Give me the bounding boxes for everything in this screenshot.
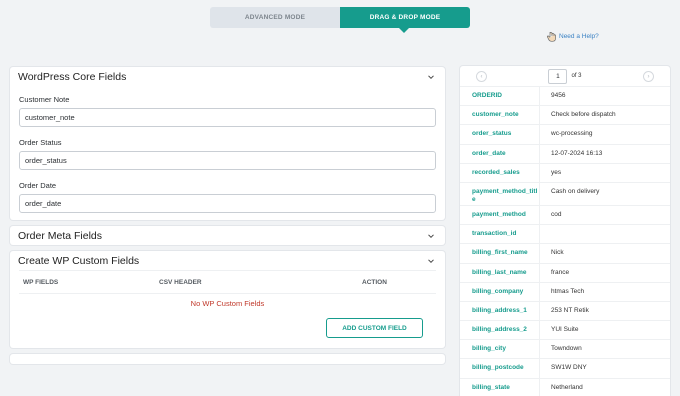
record-row: billing_state Netherland [460,378,670,396]
record-field-value: Towndown [551,345,582,353]
record-field-value: 253 NT Retik [551,306,589,314]
collapsed-card [10,354,445,364]
record-field-name[interactable]: payment_method [460,205,540,225]
order-meta-title: Order Meta Fields [18,229,103,242]
customer-note-field[interactable]: customer_note [19,108,436,127]
add-custom-field-button[interactable]: ADD CUSTOM FIELD [326,318,423,338]
record-row: order_status wc-processing [460,125,670,145]
record-row: billing_company htmas Tech [460,282,670,302]
column-csv-header: CSV HEADER [159,278,202,286]
record-field-value: yes [551,168,562,176]
advanced-mode-button[interactable]: ADVANCED MODE [210,7,340,28]
order-meta-card: Order Meta Fields [10,226,445,245]
record-row: recorded_sales yes [460,163,670,183]
page-total: of 3 [571,73,582,79]
record-field-name[interactable]: transaction_id [460,225,540,244]
empty-state-message: No WP Custom Fields [19,293,436,313]
order-date-label: Order Date [19,181,57,190]
record-preview-panel: ‹ 1 of 3 › ORDERID 9456 customer_note Check… [460,66,670,396]
help-link[interactable]: Need a Help? [547,31,599,42]
order-date-field[interactable]: order_date [19,194,436,213]
custom-fields-actions: ADD CUSTOM FIELD [10,313,445,348]
record-row: payment_method_title Cash on delivery [460,182,670,206]
record-field-value: Netherland [551,383,583,391]
record-field-name[interactable]: ORDERID [460,87,540,106]
next-record-button[interactable]: › [643,71,654,82]
record-field-value: YUI Suite [551,326,579,334]
record-row: billing_city Towndown [460,340,670,360]
custom-fields-table-header: WP FIELDS CSV HEADER ACTION [19,271,436,293]
record-field-name[interactable]: order_status [460,125,540,144]
record-field-name[interactable]: billing_state [460,378,540,396]
record-field-value: france [551,268,570,276]
record-field-name[interactable]: recorded_sales [460,163,540,182]
core-fields-header[interactable]: WordPress Core Fields [10,67,445,86]
record-field-name[interactable]: billing_address_2 [460,321,540,340]
help-label: Need a Help? [559,33,599,40]
core-fields-title: WordPress Core Fields [18,70,127,83]
record-field-name[interactable]: billing_city [460,340,540,359]
hand-icon [547,31,556,42]
record-field-name[interactable]: billing_address_1 [460,301,540,321]
custom-fields-title: Create WP Custom Fields [18,254,140,267]
record-row: order_date 12-07-2024 16:13 [460,144,670,164]
record-field-name[interactable]: billing_postcode [460,359,540,378]
record-row: payment_method cod [460,205,670,226]
record-row: ORDERID 9456 [460,87,670,107]
custom-fields-card: Create WP Custom Fields WP FIELDS CSV HE… [10,251,445,348]
core-fields-body: Customer Note customer_note Order Status… [10,86,445,220]
column-action: ACTION [362,278,387,286]
record-row: billing_last_name france [460,263,670,283]
chevron-down-icon[interactable] [427,73,435,81]
record-row: billing_first_name Nick [460,244,670,264]
record-field-name[interactable]: billing_company [460,282,540,301]
custom-fields-table: WP FIELDS CSV HEADER ACTION No WP Custom… [19,270,436,313]
record-row: customer_note Check before dispatch [460,106,670,126]
drag-drop-mode-button[interactable]: DRAG & DROP MODE [340,7,470,28]
record-field-value: htmas Tech [551,287,585,295]
record-data-list: ORDERID 9456 customer_note Check before dis… [460,87,670,396]
record-field-name[interactable]: payment_method_title [460,182,540,205]
record-field-value [540,225,670,230]
chevron-down-icon[interactable] [427,257,435,265]
chevron-down-icon[interactable] [427,232,435,240]
record-field-value: 9456 [551,92,566,99]
record-field-name[interactable]: billing_last_name [460,263,540,282]
record-field-value: cod [551,210,562,218]
record-field-value: Cash on delivery [551,187,600,195]
record-field-value: wc-processing [551,130,593,138]
previous-record-button[interactable]: ‹ [476,71,487,82]
record-row: billing_postcode SW1W DNY [460,359,670,379]
order-status-label: Order Status [19,138,62,147]
order-status-field[interactable]: order_status [19,151,436,170]
record-row: transaction_id [460,225,670,245]
record-field-value: Nick [551,249,564,257]
column-wp-fields: WP FIELDS [23,278,59,286]
record-field-value: 12-07-2024 16:13 [551,149,603,157]
mode-toggle: ADVANCED MODE DRAG & DROP MODE [210,7,470,28]
order-meta-header[interactable]: Order Meta Fields [10,226,445,245]
custom-fields-header[interactable]: Create WP Custom Fields [10,251,445,270]
record-field-name[interactable]: billing_first_name [460,244,540,263]
record-field-value: Check before dispatch [551,111,616,119]
record-row: billing_address_2 YUI Suite [460,321,670,341]
page-number-input[interactable]: 1 [548,68,568,84]
record-row: billing_address_1 253 NT Retik [460,301,670,322]
record-field-name[interactable]: order_date [460,144,540,163]
fields-panel: WordPress Core Fields Customer Note cust… [10,67,445,370]
core-fields-card: WordPress Core Fields Customer Note cust… [10,67,445,220]
record-pager: ‹ 1 of 3 › [460,66,670,87]
active-mode-caret [399,28,409,33]
customer-note-label: Customer Note [19,95,70,104]
record-field-value: SW1W DNY [551,364,587,372]
record-field-name[interactable]: customer_note [460,106,540,125]
